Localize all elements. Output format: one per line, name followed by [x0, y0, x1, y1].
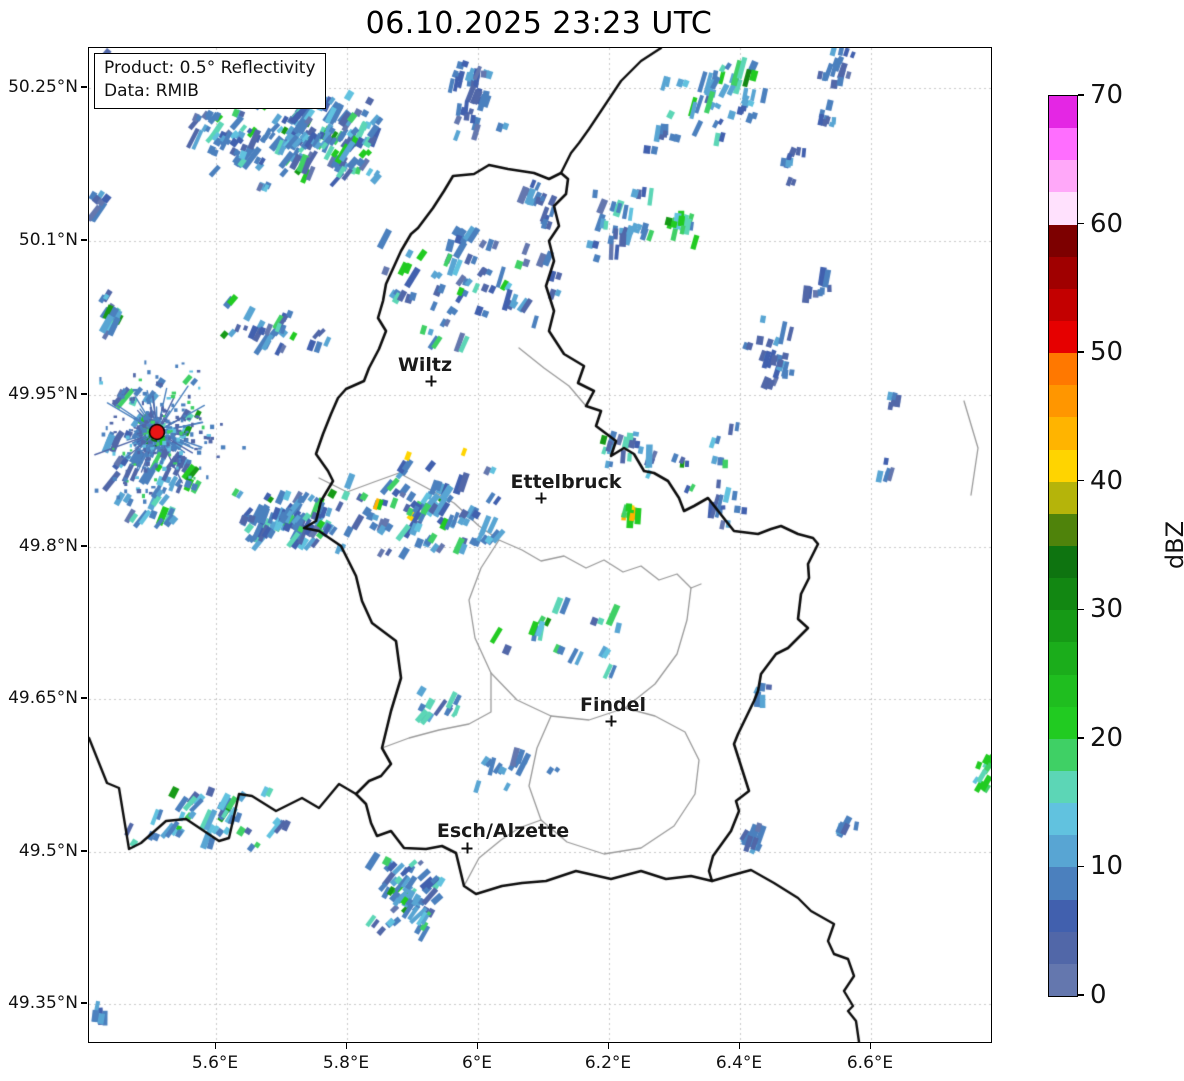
y-tick-mark: [81, 545, 87, 547]
colorbar-segment: [1049, 867, 1077, 900]
x-tick-label: 6°E: [461, 1053, 493, 1073]
colorbar-segment: [1049, 706, 1077, 739]
colorbar-tick-label: 20: [1090, 722, 1124, 753]
y-tick-mark: [81, 393, 87, 395]
colorbar-tick-mark: [1077, 737, 1084, 739]
y-tick-label: 50.25°N: [8, 77, 78, 97]
city-label-ettelbruck: Ettelbruck: [510, 471, 622, 493]
colorbar-segment: [1049, 545, 1077, 579]
x-tick-mark: [346, 1042, 348, 1049]
x-tick-label: 6.4°E: [715, 1053, 763, 1073]
colorbar-segment: [1049, 128, 1077, 161]
x-tick-label: 5.8°E: [322, 1053, 370, 1073]
figure-title: 06.10.2025 23:23 UTC: [365, 6, 713, 41]
x-tick-mark: [477, 1042, 479, 1049]
radar-map-canvas: [89, 48, 991, 1042]
y-tick-mark: [81, 239, 87, 241]
y-tick-label: 49.65°N: [8, 688, 78, 708]
colorbar-tick-mark: [1077, 994, 1084, 996]
colorbar-segment: [1049, 256, 1077, 289]
colorbar-tick-mark: [1077, 480, 1084, 482]
x-tick-mark: [870, 1042, 872, 1049]
colorbar-segment: [1049, 578, 1077, 611]
colorbar-segment: [1049, 610, 1077, 643]
colorbar-segment: [1049, 738, 1077, 771]
colorbar-segment: [1049, 963, 1077, 996]
colorbar-segment: [1049, 96, 1077, 129]
colorbar-segment: [1049, 674, 1077, 707]
y-tick-label: 49.35°N: [8, 993, 78, 1013]
colorbar-segment: [1049, 835, 1077, 868]
colorbar-tick-mark: [1077, 608, 1084, 610]
x-tick-mark: [215, 1042, 217, 1049]
colorbar-segment: [1049, 513, 1077, 546]
colorbar-segment: [1049, 642, 1077, 675]
product-info-box: Product: 0.5° Reflectivity Data: RMIB: [94, 53, 326, 109]
colorbar-segment: [1049, 899, 1077, 932]
colorbar-segment: [1049, 770, 1077, 804]
colorbar-tick-label: 70: [1090, 80, 1124, 110]
city-marker-icon: [605, 715, 617, 727]
colorbar-segment: [1049, 224, 1077, 257]
y-tick-label: 49.8°N: [18, 536, 78, 556]
colorbar-segment: [1049, 353, 1077, 386]
y-tick-mark: [81, 697, 87, 699]
y-tick-label: 49.5°N: [18, 841, 78, 861]
x-tick-label: 6.6°E: [846, 1053, 894, 1073]
colorbar-tick-label: 50: [1090, 337, 1124, 368]
colorbar-tick-label: 60: [1090, 208, 1124, 239]
colorbar-tick-mark: [1077, 222, 1084, 225]
city-marker-icon: [461, 842, 473, 854]
colorbar-segment: [1049, 385, 1077, 418]
y-tick-mark: [81, 850, 87, 852]
colorbar-segment: [1049, 481, 1077, 514]
colorbar-segment: [1049, 320, 1077, 354]
y-tick-mark: [81, 86, 87, 88]
city-label-esch-alzette: Esch/Alzette: [436, 820, 570, 842]
product-info-line2: Data: RMIB: [104, 80, 199, 101]
city-marker-icon: [425, 375, 437, 387]
y-tick-label: 50.1°N: [18, 230, 78, 250]
colorbar-tick-label: 40: [1090, 465, 1124, 496]
map-plot: Product: 0.5° Reflectivity Data: RMIB Wi…: [88, 47, 992, 1043]
colorbar: [1048, 95, 1078, 997]
city-marker-icon: [535, 492, 547, 504]
colorbar-tick-label: 0: [1090, 980, 1107, 1010]
x-tick-label: 5.6°E: [191, 1053, 239, 1073]
colorbar-tick-label: 10: [1090, 851, 1124, 882]
colorbar-segment: [1049, 417, 1077, 450]
radar-figure: 06.10.2025 23:23 UTC Product: 0.5° Refle…: [0, 0, 1184, 1081]
colorbar-segment: [1049, 288, 1077, 321]
colorbar-axis-label: dBZ: [1161, 520, 1184, 570]
y-tick-mark: [81, 1002, 87, 1004]
city-label-wiltz: Wiltz: [397, 354, 453, 376]
city-label-findel: Findel: [579, 694, 647, 716]
colorbar-segment: [1049, 449, 1077, 482]
colorbar-segment: [1049, 192, 1077, 225]
colorbar-segment: [1049, 160, 1077, 193]
product-info-line1: Product: 0.5° Reflectivity: [104, 58, 316, 78]
colorbar-segment: [1049, 803, 1077, 836]
colorbar-tick-mark: [1077, 351, 1084, 353]
y-tick-label: 49.95°N: [8, 384, 78, 404]
x-tick-label: 6.2°E: [584, 1053, 632, 1073]
x-tick-mark: [739, 1042, 741, 1049]
colorbar-tick-label: 30: [1090, 594, 1124, 625]
x-tick-mark: [608, 1042, 610, 1049]
colorbar-tick-mark: [1077, 94, 1084, 96]
colorbar-tick-mark: [1077, 865, 1084, 868]
colorbar-segment: [1049, 931, 1077, 964]
